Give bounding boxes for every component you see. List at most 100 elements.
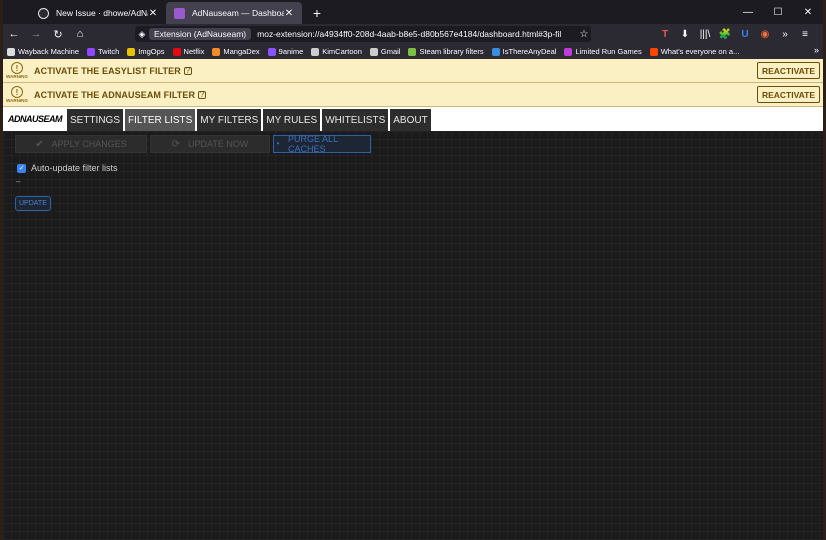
bookmark-item[interactable]: KimCartoon xyxy=(311,47,362,56)
bookmark-item[interactable]: Steam library filters xyxy=(408,47,484,56)
bookmark-label: What's everyone on a... xyxy=(660,47,740,56)
home-button[interactable]: ⌂ xyxy=(69,24,91,44)
extension-t-icon[interactable]: T xyxy=(655,24,675,44)
bookmark-item[interactable]: 9anime xyxy=(267,47,304,56)
bookmark-item[interactable]: Netflix xyxy=(172,47,205,56)
toolbar-icons: T ⬇ |||\ 🧩 U ◉ » ≡ xyxy=(655,24,815,44)
close-window-button[interactable]: ✕ xyxy=(793,0,823,24)
help-icon[interactable]: ? xyxy=(183,66,192,75)
auto-update-option[interactable]: ✓ Auto-update filter lists xyxy=(17,163,118,173)
download-icon[interactable]: ⬇ xyxy=(675,24,695,44)
bookmarks-bar: Wayback Machine Twitch ImgOps Netflix MangaD… xyxy=(3,44,823,59)
ublock-icon[interactable]: U xyxy=(735,24,755,44)
purge-all-caches-button[interactable]: ◔ PURGE ALL CACHES xyxy=(273,134,371,154)
bookmark-favicon-icon xyxy=(87,47,95,56)
firefox-account-icon[interactable]: ◉ xyxy=(755,24,775,44)
bookmark-favicon-icon xyxy=(172,47,181,56)
clock-icon: ◔ xyxy=(274,138,281,150)
tab-strip: New Issue · dhowe/AdNauseam ✕ AdNauseam … xyxy=(3,0,823,24)
bookmark-label: MangaDex xyxy=(223,47,260,56)
close-icon[interactable]: ✕ xyxy=(284,8,294,19)
menu-icon[interactable]: ≡ xyxy=(795,24,815,44)
bookmark-item[interactable]: IsThereAnyDeal xyxy=(491,47,557,56)
extensions-icon[interactable]: 🧩 xyxy=(715,24,735,44)
bookmark-favicon-icon xyxy=(649,47,658,56)
shield-icon[interactable]: ◈ xyxy=(135,29,149,40)
tab-new-issue[interactable]: New Issue · dhowe/AdNauseam ✕ xyxy=(30,2,166,24)
bookmark-item[interactable]: ImgOps xyxy=(127,47,165,56)
bookmarks-overflow-icon[interactable]: » xyxy=(814,45,819,55)
bookmark-star-icon[interactable]: ☆ xyxy=(577,29,591,40)
bookmark-favicon-icon xyxy=(267,47,276,56)
overflow-icon[interactable]: » xyxy=(775,24,795,44)
tab-whitelists[interactable]: WHITELISTS xyxy=(322,109,389,131)
navigation-bar: ← → ↻ ⌂ ◈ Extension (AdNauseam) moz-exte… xyxy=(3,24,823,44)
bookmark-item[interactable]: Gmail xyxy=(369,47,401,56)
warning-adnauseam: ! WARNING ACTIVATE THE ADNAUSEAM FILTER … xyxy=(3,83,823,107)
bookmark-label: Wayback Machine xyxy=(18,47,79,56)
tab-dashboard[interactable]: AdNauseam — Dashboard ✕ xyxy=(166,2,302,24)
tab-filter-lists[interactable]: FILTER LISTS xyxy=(125,109,196,131)
bookmark-item[interactable]: Twitch xyxy=(87,47,119,56)
warning-message: ACTIVATE THE EASYLIST FILTER xyxy=(34,65,181,76)
apply-changes-button[interactable]: ✔ APPLY CHANGES xyxy=(15,135,147,153)
bookmark-favicon-icon xyxy=(408,47,417,56)
update-button[interactable]: UPDATE xyxy=(15,196,51,211)
adnauseam-icon xyxy=(174,8,185,19)
bookmark-favicon-icon xyxy=(369,47,378,56)
github-icon xyxy=(38,8,49,19)
update-now-button[interactable]: ⟳ UPDATE NOW xyxy=(150,135,270,153)
bookmark-item[interactable]: Limited Run Games xyxy=(564,47,642,56)
refresh-icon: ⟳ xyxy=(171,138,181,150)
tab-about[interactable]: ABOUT xyxy=(390,109,431,131)
close-icon[interactable]: ✕ xyxy=(148,8,158,19)
new-tab-button[interactable]: + xyxy=(306,2,328,24)
tab-label: New Issue · dhowe/AdNauseam xyxy=(56,8,148,18)
bookmark-label: Steam library filters xyxy=(419,47,484,56)
bookmark-label: Gmail xyxy=(380,47,401,56)
window-controls: — ☐ ✕ xyxy=(733,0,823,24)
separator: – xyxy=(16,177,21,186)
maximize-button[interactable]: ☐ xyxy=(763,0,793,24)
update-now-label: UPDATE NOW xyxy=(188,139,249,149)
action-buttons: ✔ APPLY CHANGES ⟳ UPDATE NOW ◔ PURGE ALL… xyxy=(15,134,374,154)
reactivate-button[interactable]: REACTIVATE xyxy=(756,62,820,79)
auto-update-checkbox[interactable]: ✓ xyxy=(17,163,26,173)
check-icon: ✔ xyxy=(35,138,44,150)
bookmark-label: KimCartoon xyxy=(322,47,362,56)
warning-message: ACTIVATE THE ADNAUSEAM FILTER xyxy=(34,89,196,100)
minimize-button[interactable]: — xyxy=(733,0,763,24)
forward-button[interactable]: → xyxy=(25,24,47,44)
browser-window: New Issue · dhowe/AdNauseam ✕ AdNauseam … xyxy=(0,0,826,540)
tab-my-filters[interactable]: MY FILTERS xyxy=(197,109,262,131)
filter-lists-pane: ✔ APPLY CHANGES ⟳ UPDATE NOW ◔ PURGE ALL… xyxy=(3,131,823,540)
warning-icon: ! WARNING xyxy=(6,86,28,103)
bookmark-label: Twitch xyxy=(98,47,120,56)
bookmark-label: ImgOps xyxy=(138,47,165,56)
reactivate-button[interactable]: REACTIVATE xyxy=(756,86,820,103)
auto-update-label: Auto-update filter lists xyxy=(31,163,118,173)
extension-identity[interactable]: Extension (AdNauseam) xyxy=(149,28,252,40)
bookmark-label: IsThereAnyDeal xyxy=(502,47,557,56)
bookmark-label: 9anime xyxy=(278,47,304,56)
reload-button[interactable]: ↻ xyxy=(47,24,69,44)
bookmark-favicon-icon xyxy=(7,47,15,56)
back-button[interactable]: ← xyxy=(3,24,25,44)
bookmark-label: Netflix xyxy=(183,47,205,56)
bookmark-item[interactable]: Wayback Machine xyxy=(7,47,79,56)
help-icon[interactable]: ? xyxy=(198,90,207,99)
bookmark-favicon-icon xyxy=(564,47,573,56)
library-icon[interactable]: |||\ xyxy=(695,24,715,44)
bookmark-favicon-icon xyxy=(491,47,500,56)
url-bar[interactable]: ◈ Extension (AdNauseam) moz-extension://… xyxy=(135,26,591,42)
url-text[interactable]: moz-extension://a4934ff0-208d-4aab-b8e5-… xyxy=(257,29,577,39)
bookmark-item[interactable]: MangaDex xyxy=(212,47,260,56)
warning-easylist: ! WARNING ACTIVATE THE EASYLIST FILTER ?… xyxy=(3,59,823,83)
bookmark-favicon-icon xyxy=(127,47,136,56)
tab-my-rules[interactable]: MY RULES xyxy=(263,109,321,131)
apply-changes-label: APPLY CHANGES xyxy=(51,139,127,149)
adnauseam-logo: ADNAUSEAM xyxy=(8,114,63,124)
warning-icon: ! WARNING xyxy=(6,62,28,79)
bookmark-item[interactable]: What's everyone on a... xyxy=(649,47,740,56)
tab-settings[interactable]: SETTINGS xyxy=(67,109,124,131)
